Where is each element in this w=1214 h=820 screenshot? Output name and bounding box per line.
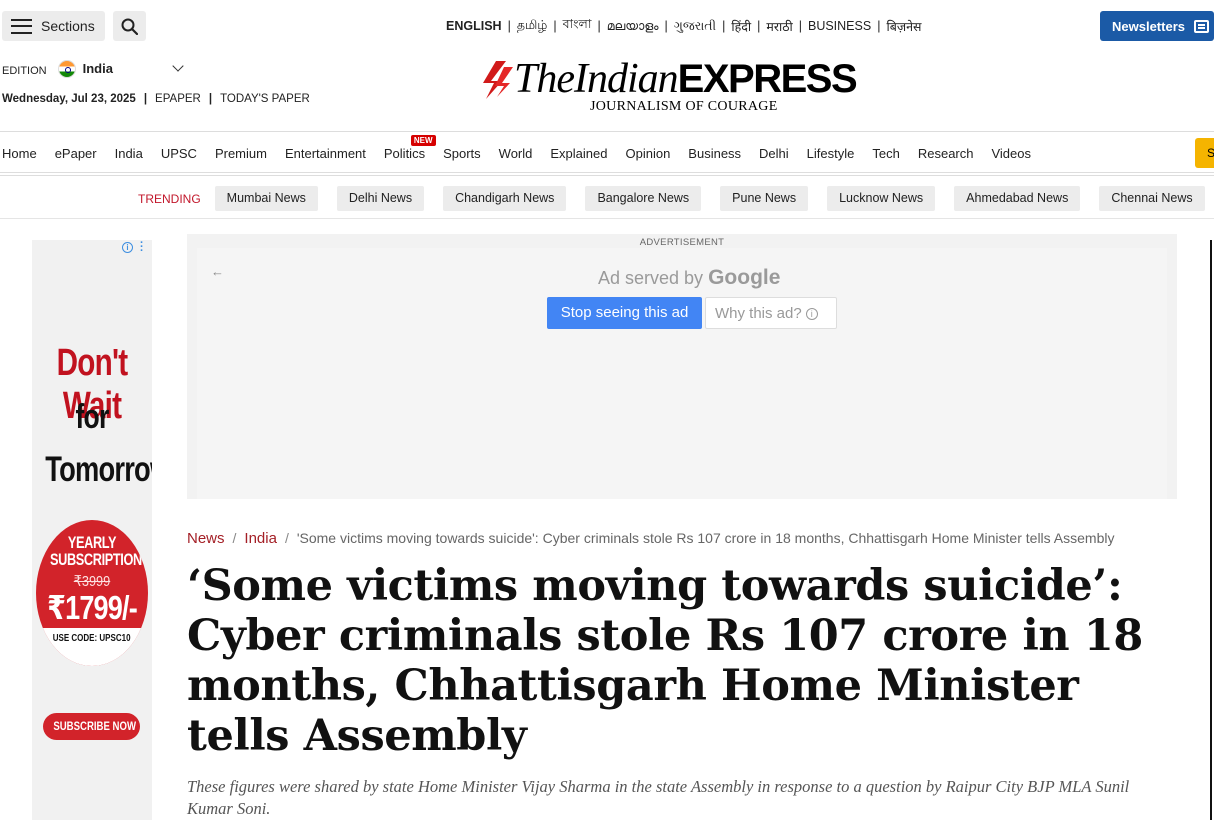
divider [0, 218, 1214, 219]
lang-english[interactable]: ENGLISH [446, 19, 502, 33]
back-arrow-icon[interactable]: ← [211, 264, 224, 279]
ad-headline-3: Tomorrow [45, 450, 152, 489]
ad-new-price: ₹1799/- [47, 589, 138, 626]
india-flag-icon [57, 60, 76, 78]
trending-delhi[interactable]: Delhi News [336, 186, 425, 211]
logo-express: EXPRESS [677, 57, 858, 101]
lang-gujarati[interactable]: ગુજરાતી [674, 19, 716, 34]
nav-item-entertainment[interactable]: Entertainment [285, 146, 366, 161]
nav-item-opinion[interactable]: Opinion [625, 146, 670, 161]
trending-bangalore[interactable]: Bangalore News [585, 186, 702, 211]
scroll-edge [1210, 240, 1212, 820]
main-nav: Home ePaper India UPSC Premium Entertain… [2, 135, 1049, 161]
lang-bangla[interactable]: বাংলা [563, 16, 592, 36]
ad-served-by: Ad served by Google [598, 266, 780, 290]
divider [0, 172, 1214, 173]
dateline: Wednesday, Jul 23, 2025 | EPAPER | TODAY… [2, 93, 310, 105]
language-bar: ENGLISH | தமிழ் | বাংলা | മലയാളം | ગુજરાતી | … [446, 16, 922, 36]
breadcrumb-india[interactable]: India [244, 530, 277, 547]
trending-pune[interactable]: Pune News [720, 186, 809, 211]
why-this-ad-label: Why this ad? [715, 305, 802, 322]
nav-item-india[interactable]: India [115, 146, 143, 161]
trending-ahmedabad[interactable]: Ahmedabad News [954, 186, 1081, 211]
trending-chandigarh[interactable]: Chandigarh News [443, 186, 567, 211]
newsletters-label: Newsletters [1112, 18, 1185, 34]
newsletter-icon [1193, 19, 1209, 33]
logo-wordmark: TheIndianEXPRESS [514, 55, 858, 103]
nav-item-premium[interactable]: Premium [215, 146, 267, 161]
trending-lucknow[interactable]: Lucknow News [827, 186, 936, 211]
info-icon: i [805, 308, 818, 320]
nav-item-research[interactable]: Research [918, 146, 974, 161]
logo-tagline: JOURNALISM OF COURAGE [590, 99, 778, 114]
ad-promo-code: USE CODE: UPSC10 [53, 633, 131, 644]
epaper-link[interactable]: EPAPER [155, 93, 201, 105]
nav-item-upsc[interactable]: UPSC [161, 146, 197, 161]
breadcrumb-current: 'Some victims moving towards suicide': C… [296, 530, 1115, 546]
current-date: Wednesday, Jul 23, 2025 [2, 93, 136, 105]
ad-headline-2: for [75, 398, 109, 436]
chevron-down-icon [172, 60, 184, 72]
advertisement-label: ADVERTISEMENT [639, 237, 725, 248]
lang-business[interactable]: BUSINESS [808, 19, 871, 33]
lang-malayalam[interactable]: മലയാളം [607, 19, 659, 34]
trending-label: TRENDING [138, 191, 201, 206]
trending-chennai[interactable]: Chennai News [1099, 186, 1205, 211]
lang-business-hindi[interactable]: बिज़नेस [886, 18, 921, 35]
center-ad: ADVERTISEMENT ← Ad served by Google Stop… [187, 234, 1177, 499]
ad-subscribe-button[interactable]: SUBSCRIBE NOW [43, 713, 140, 740]
logo-flame-icon [483, 61, 513, 99]
article-synopsis: These figures were shared by state Home … [187, 777, 1130, 818]
subscribe-button[interactable]: S [1195, 138, 1214, 168]
sections-label: Sections [41, 18, 95, 34]
new-badge: NEW [410, 135, 436, 146]
stop-seeing-ad-button[interactable]: Stop seeing this ad [547, 297, 702, 329]
trending-bar: TRENDING Mumbai News Delhi News Chandiga… [138, 186, 1214, 211]
nav-item-world[interactable]: World [499, 146, 533, 161]
ad-subscribe-label: SUBSCRIBE NOW [53, 719, 137, 733]
edition-label: EDITION [2, 65, 47, 77]
breadcrumb: News / India / 'Some victims moving towards … [187, 530, 1115, 547]
hamburger-icon [11, 18, 32, 34]
google-logo: Google [708, 266, 781, 289]
edition-selector[interactable]: EDITION India [2, 60, 187, 78]
nav-item-tech[interactable]: Tech [872, 146, 899, 161]
lang-tamil[interactable]: தமிழ் [517, 18, 548, 34]
divider [0, 175, 1214, 176]
ad-served-by-label: Ad served by [598, 268, 704, 288]
todays-paper-link[interactable]: TODAY'S PAPER [220, 93, 310, 105]
nav-item-sports[interactable]: Sports [443, 146, 481, 161]
logo-the: The [514, 56, 575, 102]
nav-item-delhi[interactable]: Delhi [759, 146, 789, 161]
search-button[interactable] [113, 11, 146, 41]
more-options-icon[interactable]: · · · [140, 240, 144, 257]
article-headline: ‘Some victims moving towards suicide’: C… [187, 561, 1143, 761]
breadcrumb-news[interactable]: News [187, 530, 225, 547]
trending-mumbai[interactable]: Mumbai News [214, 186, 318, 211]
ad-yearly-label: YEARLY SUBSCRIPTION [50, 533, 142, 569]
adchoices-icon[interactable]: i [122, 242, 133, 253]
nav-item-epaper[interactable]: ePaper [55, 146, 97, 161]
lang-marathi[interactable]: मराठी [766, 18, 792, 35]
nav-item-home[interactable]: Home [2, 146, 37, 161]
site-logo[interactable]: TheIndianEXPRESS JOURNALISM OF COURAGE [480, 55, 884, 117]
nav-item-explained[interactable]: Explained [550, 146, 607, 161]
lang-hindi[interactable]: हिंदी [731, 18, 751, 35]
search-icon [121, 18, 138, 35]
left-sidebar-ad[interactable]: i ··· Don't Wait for Tomorrow YEARLY SUB… [32, 240, 152, 820]
nav-item-politics[interactable]: Politics NEW [383, 135, 436, 161]
edition-value: India [82, 60, 113, 76]
nav-item-videos[interactable]: Videos [991, 146, 1031, 161]
logo-indian: Indian [574, 56, 679, 102]
newsletters-button[interactable]: Newsletters [1100, 11, 1214, 41]
ad-frame: ← Ad served by Google Stop seeing this a… [197, 248, 1167, 499]
nav-item-business[interactable]: Business [688, 146, 741, 161]
nav-item-politics-label: Politics [383, 146, 426, 161]
sections-button[interactable]: Sections [2, 11, 105, 41]
ad-code-band: USE CODE: UPSC10 [36, 628, 148, 666]
ad-offer-badge: YEARLY SUBSCRIPTION ₹3999 ₹1799/- USE CO… [36, 520, 148, 666]
why-this-ad-button[interactable]: Why this ad? i [705, 297, 837, 329]
divider [0, 131, 1214, 132]
nav-item-lifestyle[interactable]: Lifestyle [807, 146, 855, 161]
